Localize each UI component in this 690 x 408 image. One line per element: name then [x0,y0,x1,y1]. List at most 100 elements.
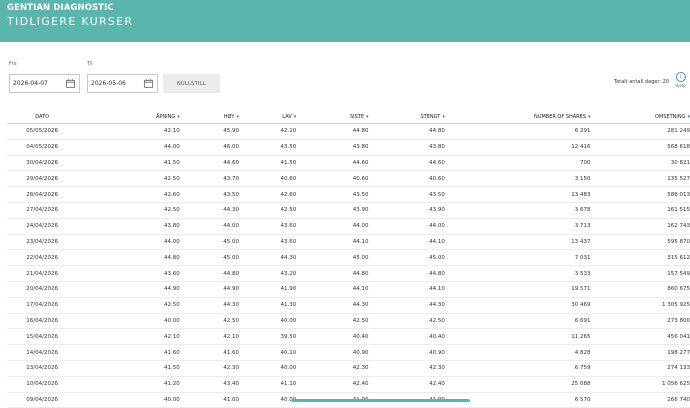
calendar-icon[interactable] [143,78,154,89]
reset-button[interactable]: NULLSTILL [163,74,220,93]
column-header-high[interactable]: HØY▾ [180,111,239,124]
sort-icon[interactable]: ▾ [177,114,180,120]
table-cell: 45.00 [180,250,239,266]
table-cell: 43.60 [77,266,179,282]
table-cell: 274 133 [591,360,690,376]
table-row: 20/04/202644.9044.9041.9044.1044.1019 57… [7,281,690,297]
table-cell: 44.10 [369,281,445,297]
table-cell: 13 437 [445,234,591,250]
table-cell: 42.60 [77,187,179,203]
table-cell: 42.10 [180,329,239,345]
table-cell: 40.60 [239,171,296,187]
table-cell: 40.00 [239,392,296,408]
table-cell: 198 277 [591,345,690,361]
table-cell: 6 759 [445,360,591,376]
table-row: 10/04/202641.2043.4041.1042.4042.4025 08… [7,376,690,392]
sort-icon[interactable]: ▾ [588,114,591,120]
table-row: 30/04/202641.5044.6041.5044.6044.6070030… [7,155,690,171]
table-cell: 40.00 [77,313,179,329]
table-row: 23/04/202644.0045.0043.6044.1044.1013 43… [7,234,690,250]
from-date-input[interactable]: 2026-04-07 [9,74,80,93]
to-date-input[interactable]: 2026-05-06 [87,74,158,93]
table-cell: 14/04/2026 [7,345,77,361]
table-cell: 43.90 [369,202,445,218]
table-cell: 42.50 [77,202,179,218]
table-row: 27/04/202642.5044.3042.5043.9043.903 678… [7,202,690,218]
table-cell: 42.50 [77,297,179,313]
table-cell: 42.60 [239,187,296,203]
table-cell: 41.30 [239,297,296,313]
table-cell: 40.40 [296,329,368,345]
table-cell: 42.30 [180,360,239,376]
table-cell: 3 150 [445,171,591,187]
column-header-date[interactable]: DATO [7,111,77,124]
column-header-low[interactable]: LAV▾ [239,111,296,124]
table-cell: 41.50 [239,155,296,171]
table-cell: 42.50 [296,313,368,329]
table-cell: 44.00 [77,139,179,155]
sort-icon[interactable]: ▾ [366,114,369,120]
help-button[interactable]: i Hjelp [673,72,688,88]
table-cell: 29/04/2026 [7,171,77,187]
table-cell: 20/04/2026 [7,281,77,297]
table-header-row: DATO ÅPNING▾ HØY▾ LAV▾ SISTE▾ STENGT▾ NU… [7,111,690,124]
table-cell: 44.80 [296,266,368,282]
table-cell: 43.50 [296,187,368,203]
to-label: Til [87,61,93,67]
table-cell: 30 469 [445,297,591,313]
sort-icon[interactable]: ▾ [294,114,297,120]
table-cell: 43.50 [239,139,296,155]
page-title: TIDLIGERE KURSER [7,15,133,28]
table-cell: 13/04/2026 [7,360,77,376]
table-cell: 40.00 [239,313,296,329]
table-cell: 41.20 [77,376,179,392]
table-cell: 44.30 [296,297,368,313]
table-cell: 40.90 [369,345,445,361]
table-cell: 1 305 925 [591,297,690,313]
table-cell: 3 678 [445,202,591,218]
table-cell: 04/05/2026 [7,139,77,155]
table-cell: 456 041 [591,329,690,345]
column-header-label: HØY [224,114,235,120]
table-cell: 17/04/2026 [7,297,77,313]
sort-icon[interactable]: ▾ [236,114,239,120]
column-header-turnover[interactable]: OMSETNING▾ [591,111,690,124]
table-cell: 44.00 [77,234,179,250]
table-cell: 44.30 [180,297,239,313]
table-row: 29/04/202642.5043.7040.6040.6040.603 150… [7,171,690,187]
sort-icon[interactable]: ▾ [442,114,445,120]
table-cell: 281 249 [591,124,690,140]
table-cell: 43.80 [369,139,445,155]
table-cell: 44.80 [180,266,239,282]
table-cell: 21/04/2026 [7,266,77,282]
table-cell: 40.00 [239,360,296,376]
column-header-open[interactable]: ÅPNING▾ [77,111,179,124]
table-cell: 40.10 [239,345,296,361]
table-cell: 157 549 [591,266,690,282]
table-cell: 42.50 [239,202,296,218]
table-cell: 44.80 [296,124,368,140]
table-cell: 161 515 [591,202,690,218]
table-cell: 4 828 [445,345,591,361]
table-cell: 266 740 [591,392,690,408]
help-label: Hjelp [673,83,688,88]
table-row: 28/04/202642.6043.5042.6043.5043.5013 48… [7,187,690,203]
column-header-close[interactable]: STENGT▾ [369,111,445,124]
calendar-icon[interactable] [65,78,76,89]
table-row: 24/04/202643.8044.0043.6044.0044.003 713… [7,218,690,234]
table-cell: 42.50 [369,313,445,329]
info-icon[interactable]: i [676,72,686,82]
table-body: 05/05/202642.1045.9042.1044.8044.806 291… [7,124,690,408]
column-header-last[interactable]: SISTE▾ [296,111,368,124]
table-cell: 43.70 [180,171,239,187]
table-cell: 15/04/2026 [7,329,77,345]
column-header-shares[interactable]: NUMBER OF SHARES▾ [445,111,591,124]
table-cell: 43.90 [296,202,368,218]
table-cell: 41.50 [77,155,179,171]
table-cell: 41.00 [180,392,239,408]
table-cell: 11 265 [445,329,591,345]
table-cell: 44.60 [369,155,445,171]
table-cell: 860 675 [591,281,690,297]
brand-name: GENTIAN DIAGNOSTIC [7,3,114,13]
table-cell: 44.00 [180,218,239,234]
